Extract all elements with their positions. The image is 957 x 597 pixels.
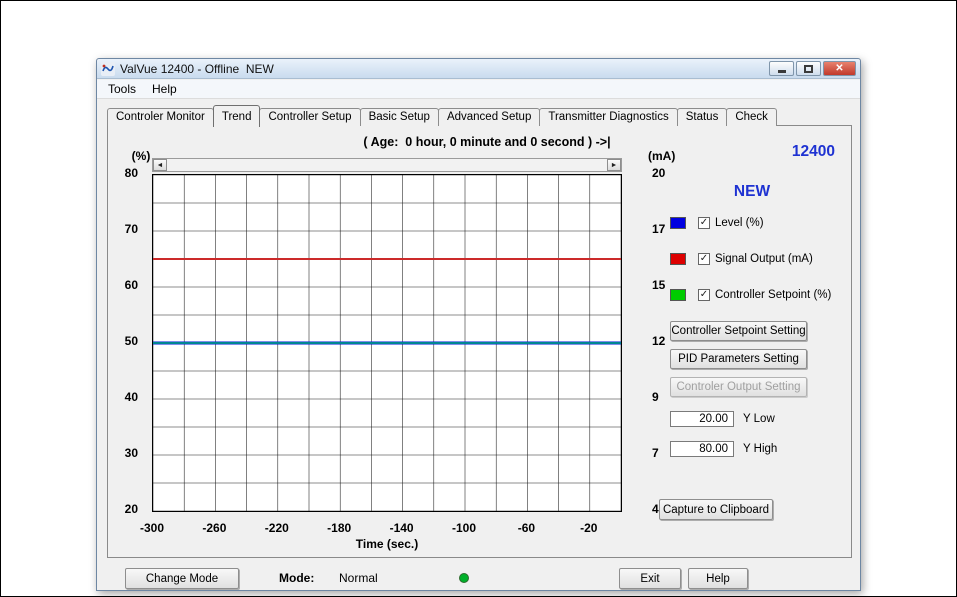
tab-trend[interactable]: Trend [212, 105, 261, 127]
legend-item-level: ✓ Level (%) [670, 215, 764, 230]
axis-tick-label: 70 [124, 222, 138, 236]
axis-tick-label: 30 [124, 446, 138, 460]
scroll-right-icon: ► [610, 161, 618, 169]
axis-tick-label: -60 [517, 521, 536, 535]
y-axis-left-labels: 80 70 60 50 40 30 20 [97, 166, 145, 516]
tab-strip: Controler Monitor Trend Controller Setup… [107, 105, 777, 127]
axis-tick-label: 60 [124, 278, 138, 292]
axis-tick-label: 80 [124, 166, 138, 180]
axis-tick-label: 20 [652, 166, 666, 180]
capture-to-clipboard-button[interactable]: Capture to Clipboard [659, 499, 773, 520]
trend-plot [152, 174, 622, 512]
signal-output-checkbox[interactable]: ✓ [698, 252, 710, 265]
y-low-label: Y Low [743, 413, 775, 425]
axis-tick-label: -300 [139, 521, 165, 535]
axis-tick-label: 50 [124, 334, 138, 348]
axis-tick-label: 20 [124, 502, 138, 516]
legend-item-controller-setpoint: ✓ Controller Setpoint (%) [670, 287, 831, 302]
device-tag: NEW [733, 183, 771, 200]
axis-tick-label: -20 [580, 521, 598, 535]
tab-controller-setup[interactable]: Controller Setup [259, 108, 361, 126]
controller-setpoint-color-swatch [670, 288, 686, 301]
trend-age-text: ( Age: 0 hour, 0 minute and 0 second ) -… [363, 135, 611, 149]
signal-output-label: Signal Output (mA) [715, 252, 813, 265]
check-icon: ✓ [699, 252, 709, 264]
maximize-button[interactable] [796, 61, 821, 76]
scroll-right-button[interactable]: ► [607, 159, 621, 171]
change-mode-button[interactable]: Change Mode [125, 568, 239, 589]
y-axis-right-unit: (mA) [648, 149, 676, 163]
axis-tick-label: 9 [652, 390, 659, 404]
controler-output-setting-button: Controler Output Setting [670, 377, 807, 397]
pid-parameters-setting-button[interactable]: PID Parameters Setting [670, 349, 807, 369]
level-color-swatch [670, 216, 686, 229]
tab-check[interactable]: Check [726, 108, 777, 126]
mode-value: Normal [339, 571, 378, 585]
tab-status[interactable]: Status [676, 108, 728, 126]
legend-item-signal-output: ✓ Signal Output (mA) [670, 251, 813, 266]
axis-tick-label: 7 [652, 446, 659, 460]
check-icon: ✓ [699, 216, 709, 228]
exit-button[interactable]: Exit [619, 568, 681, 589]
axis-tick-label: 12 [652, 334, 666, 348]
help-button[interactable]: Help [688, 568, 748, 589]
axis-tick-label: 17 [652, 222, 666, 236]
check-icon: ✓ [699, 288, 709, 300]
axis-tick-label: 40 [124, 390, 138, 404]
menu-help[interactable]: Help [144, 80, 185, 98]
axis-tick-label: -100 [451, 521, 477, 535]
y-low-input[interactable] [670, 411, 734, 427]
y-high-input[interactable] [670, 441, 734, 457]
desktop: ValVue 12400 - Offline NEW ✕ Tools Help … [0, 0, 957, 597]
mode-label: Mode: [279, 571, 315, 585]
window-controls: ✕ [769, 61, 856, 76]
tab-advanced-setup[interactable]: Advanced Setup [437, 108, 541, 126]
x-axis-title: Time (sec.) [355, 537, 419, 551]
scroll-left-icon: ◄ [156, 161, 164, 169]
close-icon: ✕ [835, 62, 844, 74]
app-icon [101, 61, 115, 76]
level-checkbox[interactable]: ✓ [698, 216, 710, 229]
controller-setpoint-checkbox[interactable]: ✓ [698, 288, 710, 301]
axis-tick-label: -140 [389, 521, 414, 535]
tab-controler-monitor[interactable]: Controler Monitor [107, 108, 214, 126]
axis-tick-label: -180 [327, 521, 352, 535]
controller-setpoint-label: Controller Setpoint (%) [715, 288, 832, 301]
window-title: ValVue 12400 - Offline NEW [120, 61, 274, 76]
level-label: Level (%) [715, 216, 764, 229]
axis-tick-label: -260 [202, 521, 227, 535]
status-indicator [459, 573, 469, 583]
menu-bar: Tools Help [97, 80, 860, 99]
app-window: ValVue 12400 - Offline NEW ✕ Tools Help … [96, 58, 861, 591]
controller-setpoint-setting-button[interactable]: Controller Setpoint Setting [670, 321, 807, 341]
tab-basic-setup[interactable]: Basic Setup [359, 108, 439, 126]
scroll-left-button[interactable]: ◄ [153, 159, 167, 171]
tab-transmitter-diagnostics[interactable]: Transmitter Diagnostics [539, 108, 678, 126]
title-bar[interactable]: ValVue 12400 - Offline NEW ✕ [97, 59, 860, 79]
trend-scrollbar[interactable]: ◄ ► [152, 158, 622, 172]
close-button[interactable]: ✕ [823, 61, 856, 76]
axis-tick-label: 4 [652, 502, 659, 516]
axis-tick-label: 15 [652, 278, 666, 292]
axis-tick-label: -220 [264, 521, 289, 535]
minimize-button[interactable] [769, 61, 794, 76]
menu-tools[interactable]: Tools [100, 80, 144, 98]
device-id: 12400 [791, 143, 835, 160]
maximize-icon [804, 64, 813, 73]
y-high-label: Y High [743, 443, 778, 455]
x-axis-labels: -300 -260 -220 -180 -140 -100 -60 -20 [140, 521, 622, 535]
minimize-icon [777, 70, 786, 73]
signal-output-color-swatch [670, 252, 686, 265]
